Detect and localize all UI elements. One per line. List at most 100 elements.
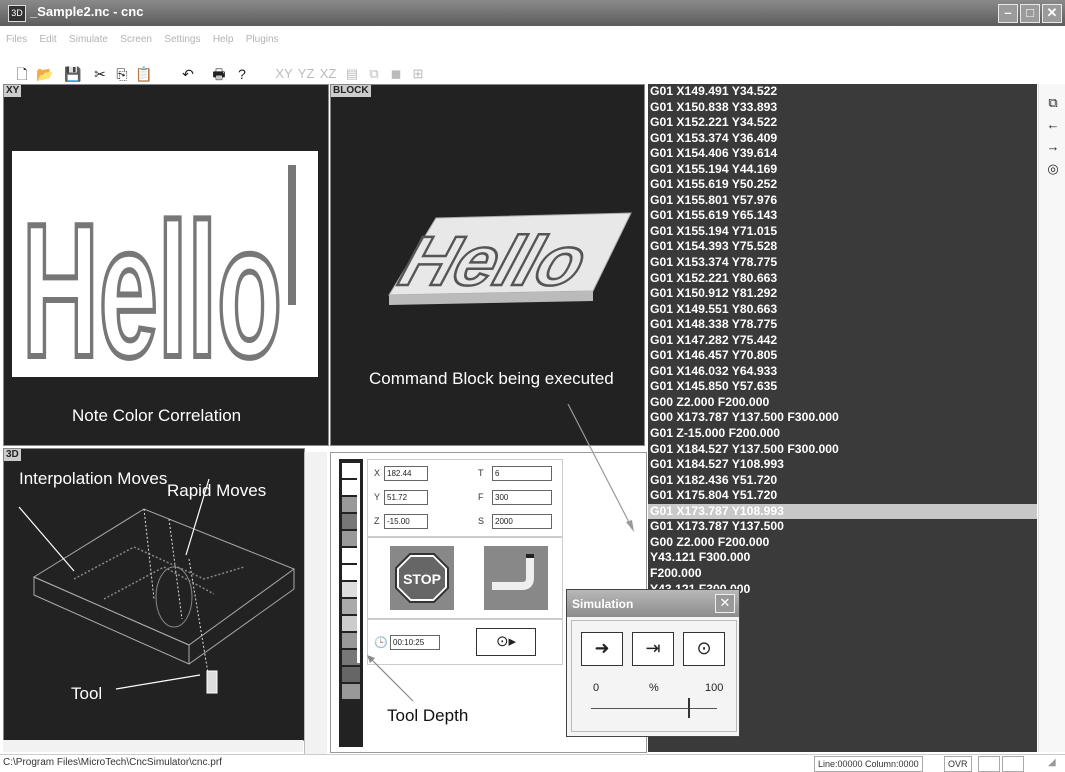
close-button[interactable]: ✕ xyxy=(1042,4,1062,23)
three-d-vertical-scrollbar[interactable] xyxy=(304,452,327,754)
three-d-view-panel[interactable]: 3D Interpolation Moves Rapid Moves Tool xyxy=(3,448,305,741)
rapid-moves-label: Rapid Moves xyxy=(167,481,267,500)
view-solid-icon[interactable]: ◼ xyxy=(386,64,406,84)
help-icon[interactable]: ? xyxy=(232,64,252,84)
code-side-toolbar: ⧉ ← → ◎ xyxy=(1038,84,1065,752)
view-xz-button[interactable]: XZ xyxy=(318,64,338,84)
simulation-close-button[interactable]: ✕ xyxy=(715,594,735,613)
maximize-button[interactable]: □ xyxy=(1020,4,1040,23)
gcode-line[interactable]: G01 X155.801 Y57.976 xyxy=(648,193,1037,209)
tool-depth-bar xyxy=(339,459,363,747)
gcode-line[interactable]: G01 X150.912 Y81.292 xyxy=(648,286,1037,302)
coordinate-box: X 182.44 Y 51.72 Z -15.00 T 6 F 300 S 20… xyxy=(367,459,563,537)
menu-plugins[interactable]: Plugins xyxy=(246,34,279,45)
open-folder-icon[interactable]: 📂 xyxy=(35,64,55,84)
menu-help[interactable]: Help xyxy=(213,34,234,45)
gcode-line[interactable]: G01 X182.436 Y51.720 xyxy=(648,473,1037,489)
speed-slider-thumb[interactable] xyxy=(688,698,691,718)
print-icon[interactable]: 🖶 xyxy=(209,64,229,84)
gcode-line[interactable]: G00 Z2.000 F200.000 xyxy=(648,535,1037,551)
three-d-horizontal-scrollbar[interactable] xyxy=(3,740,303,752)
gcode-line[interactable]: G01 X153.374 Y36.409 xyxy=(648,131,1037,147)
tool-change-button[interactable] xyxy=(484,546,548,610)
undo-icon[interactable]: ↶ xyxy=(178,64,198,84)
resize-grip-icon[interactable]: ◢ xyxy=(1048,757,1056,768)
app-icon: 3D xyxy=(8,5,26,22)
stop-label: STOP xyxy=(403,571,441,587)
view-fit-icon[interactable]: ⊞ xyxy=(408,64,428,84)
title-bar: 3D _Sample2.nc - cnc – □ ✕ xyxy=(0,0,1065,26)
gcode-line-selected[interactable]: G01 X173.787 Y108.993 xyxy=(648,503,1037,520)
gcode-line[interactable]: G01 Z-15.000 F200.000 xyxy=(648,426,1037,442)
speed-slider-track[interactable] xyxy=(591,708,717,709)
gcode-line[interactable]: G01 X184.527 Y137.500 F300.000 xyxy=(648,442,1037,458)
menu-bar: Files Edit Simulate Screen Settings Help… xyxy=(0,31,1065,49)
cut-icon[interactable]: ✂ xyxy=(90,64,110,84)
gcode-line[interactable]: G01 X152.221 Y34.522 xyxy=(648,115,1037,131)
view-yz-button[interactable]: YZ xyxy=(296,64,316,84)
gcode-line[interactable]: G01 X146.457 Y70.805 xyxy=(648,348,1037,364)
gcode-line[interactable]: G01 X147.282 Y75.442 xyxy=(648,333,1037,349)
x-value: 182.44 xyxy=(384,466,428,481)
gcode-line[interactable]: G00 Z2.000 F200.000 xyxy=(648,395,1037,411)
gcode-line[interactable]: G01 X149.491 Y34.522 xyxy=(648,84,1037,100)
gcode-line[interactable]: G01 X173.787 Y137.500 xyxy=(648,519,1037,535)
minimize-button[interactable]: – xyxy=(998,4,1018,23)
gcode-line[interactable]: G01 X184.527 Y108.993 xyxy=(648,457,1037,473)
menu-edit[interactable]: Edit xyxy=(39,34,56,45)
xy-canvas: Hello xyxy=(12,151,318,400)
view-3d-icon[interactable]: ▤ xyxy=(342,64,362,84)
gcode-line[interactable]: G01 X155.619 Y65.143 xyxy=(648,208,1037,224)
view-xy-button[interactable]: XY xyxy=(274,64,294,84)
note-color-annotation: Note Color Correlation xyxy=(72,406,242,425)
gcode-line[interactable]: G01 X153.374 Y78.775 xyxy=(648,255,1037,271)
view-block-icon[interactable]: ⧉ xyxy=(364,64,384,84)
gcode-line[interactable]: G01 X155.194 Y71.015 xyxy=(648,224,1037,240)
gcode-line[interactable]: G01 X154.406 Y39.614 xyxy=(648,146,1037,162)
copy-code-icon[interactable]: ⧉ xyxy=(1042,94,1064,112)
block-3d-drawing: Hello xyxy=(388,212,632,305)
gcode-line[interactable]: G01 X175.804 Y51.720 xyxy=(648,488,1037,504)
gcode-line[interactable]: G01 X155.194 Y44.169 xyxy=(648,162,1037,178)
gcode-line[interactable]: G01 X150.838 Y33.893 xyxy=(648,100,1037,116)
action-box: STOP xyxy=(367,537,563,619)
gcode-line[interactable]: F200.000 xyxy=(648,566,1037,582)
gcode-line[interactable]: G01 X145.850 Y57.635 xyxy=(648,379,1037,395)
gcode-line[interactable]: G01 X154.393 Y75.528 xyxy=(648,239,1037,255)
stop-sign-icon: STOP xyxy=(395,553,449,603)
block-view-panel[interactable]: BLOCK Hello Command Block being executed xyxy=(330,84,645,446)
copy-icon[interactable]: ⎘ xyxy=(112,64,132,84)
run-block-button[interactable]: ⇥ xyxy=(632,632,674,666)
status-cell-1 xyxy=(978,756,1000,772)
gcode-line[interactable]: G01 X152.221 Y80.663 xyxy=(648,271,1037,287)
f-label: F xyxy=(478,492,484,502)
xy-view-panel[interactable]: XY Hello Note Color Correlation xyxy=(3,84,329,446)
gcode-line[interactable]: Y43.121 F300.000 xyxy=(648,550,1037,566)
simulation-dialog-header: Simulation ✕ xyxy=(567,590,739,617)
status-path: C:\Program Files\MicroTech\CncSimulator\… xyxy=(3,757,222,768)
save-icon[interactable]: 💾 xyxy=(63,64,83,84)
arrow-left-icon[interactable]: ← xyxy=(1042,116,1064,134)
tool-marker xyxy=(206,670,218,694)
gcode-line[interactable]: G01 X149.551 Y80.663 xyxy=(648,302,1037,318)
menu-files[interactable]: Files xyxy=(6,34,27,45)
paste-icon[interactable]: 📋 xyxy=(134,64,154,84)
menu-screen[interactable]: Screen xyxy=(120,34,152,45)
tool-holder-icon xyxy=(492,554,534,590)
menu-simulate[interactable]: Simulate xyxy=(69,34,108,45)
speed-unit-label: % xyxy=(649,682,659,694)
arrow-right-icon[interactable]: → xyxy=(1042,138,1064,156)
step-forward-button[interactable]: ➜ xyxy=(581,632,623,666)
run-all-button[interactable]: ⊙ xyxy=(683,632,725,666)
menu-settings[interactable]: Settings xyxy=(164,34,200,45)
gcode-line[interactable]: G01 X155.619 Y50.252 xyxy=(648,177,1037,193)
gcode-line[interactable]: G01 X148.338 Y78.775 xyxy=(648,317,1037,333)
x-label: X xyxy=(374,468,381,478)
stop-button[interactable]: STOP xyxy=(390,546,454,610)
new-file-icon[interactable]: 🗋 xyxy=(12,64,32,84)
gcode-line[interactable]: G00 X173.787 Y137.500 F300.000 xyxy=(648,410,1037,426)
gcode-line[interactable]: G01 X146.032 Y64.933 xyxy=(648,364,1037,380)
hello-outline-text: Hello xyxy=(22,185,282,377)
run-button[interactable]: ⊙▸ xyxy=(476,628,536,656)
goto-icon[interactable]: ◎ xyxy=(1042,160,1064,178)
